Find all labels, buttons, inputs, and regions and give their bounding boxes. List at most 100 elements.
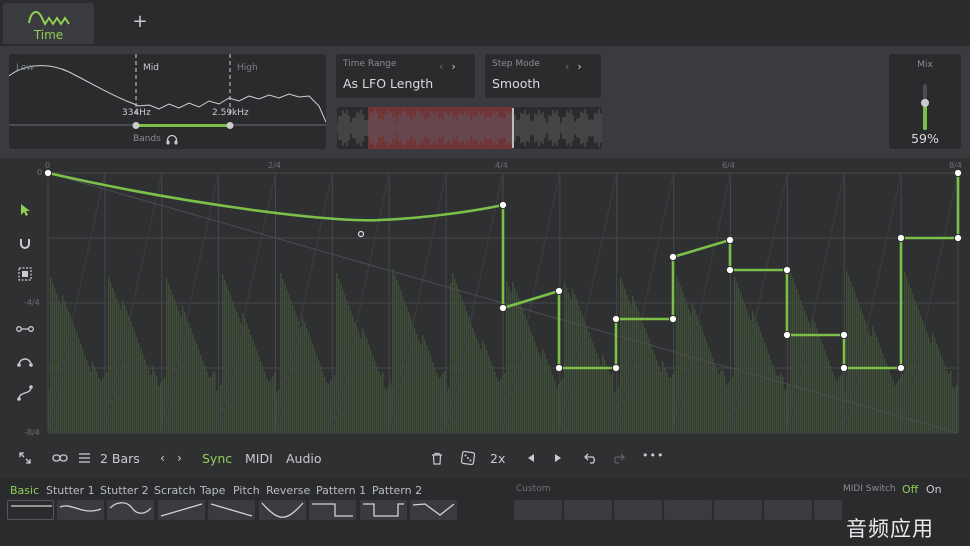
step-mode-arrows[interactable]: ‹›: [565, 60, 590, 73]
curve-node[interactable]: [611, 363, 621, 373]
band-mid-label: Mid: [143, 63, 159, 73]
play-right-icon[interactable]: [553, 453, 563, 463]
preset-thumb-reverse[interactable]: [309, 500, 356, 520]
lfo-editor: 0 2/4 4/4 6/4 8/4 0 -4/4 -8/4: [0, 158, 970, 478]
bands-title: Bands: [133, 134, 161, 144]
time-logo-icon: [28, 11, 70, 26]
curve-node[interactable]: [611, 314, 621, 324]
custom-slot[interactable]: [514, 500, 562, 520]
curve-node[interactable]: [668, 252, 678, 262]
preset-thumb-pitch[interactable]: [259, 500, 306, 520]
redo-icon[interactable]: [611, 452, 625, 464]
curve-node[interactable]: [953, 168, 963, 178]
curve-node[interactable]: [896, 233, 906, 243]
tab-bar: Time +: [0, 0, 970, 46]
preset-label-pattern-1[interactable]: Pattern 1: [316, 484, 366, 497]
preset-thumb-scratch[interactable]: [158, 500, 205, 520]
custom-slot[interactable]: [814, 500, 842, 520]
midi-switch-off[interactable]: Off: [902, 483, 918, 496]
audio-waveform-preview[interactable]: [337, 107, 602, 149]
tab-time[interactable]: Time: [3, 3, 94, 44]
preset-thumb-stutter-2[interactable]: [107, 500, 154, 520]
custom-slot[interactable]: [714, 500, 762, 520]
grid-top-label: 8/4: [949, 161, 962, 170]
grid-top-label: 6/4: [722, 161, 735, 170]
preset-thumb-pattern-1[interactable]: [360, 500, 407, 520]
preset-label-reverse[interactable]: Reverse: [266, 484, 310, 497]
curve-node[interactable]: [498, 200, 508, 210]
preset-label-pattern-2[interactable]: Pattern 2: [372, 484, 422, 497]
magnet-icon[interactable]: [18, 236, 32, 250]
add-tab-button[interactable]: +: [128, 10, 152, 34]
waveform-display: [337, 107, 602, 149]
curve-node[interactable]: [498, 303, 508, 313]
curve-node[interactable]: [554, 286, 564, 296]
custom-slot[interactable]: [764, 500, 812, 520]
preset-label-tape[interactable]: Tape: [200, 484, 225, 497]
grid-left-label: -4/4: [24, 298, 40, 307]
custom-slot[interactable]: [664, 500, 712, 520]
expand-icon[interactable]: [19, 452, 31, 464]
mix-value: 59%: [911, 131, 939, 146]
undo-icon[interactable]: [584, 452, 598, 464]
select-box-icon[interactable]: [18, 267, 32, 281]
midi-switch-on[interactable]: On: [926, 483, 942, 496]
midi-switch-title: MIDI Switch: [843, 484, 896, 494]
audio-button[interactable]: Audio: [286, 451, 322, 466]
curve-node[interactable]: [725, 265, 735, 275]
curve-node[interactable]: [953, 233, 963, 243]
curve-node[interactable]: [725, 235, 735, 245]
curve-node[interactable]: [782, 330, 792, 340]
preset-label-scratch[interactable]: Scratch: [154, 484, 196, 497]
mix-control[interactable]: Mix 59%: [889, 54, 961, 149]
time-range-arrows[interactable]: ‹›: [439, 60, 464, 73]
curve-node[interactable]: [896, 363, 906, 373]
preset-thumb-basic[interactable]: [7, 500, 54, 520]
curve-node[interactable]: [782, 265, 792, 275]
preset-label-stutter-1[interactable]: Stutter 1: [46, 484, 95, 497]
curve-node[interactable]: [554, 363, 564, 373]
arrow-pointer-icon[interactable]: [18, 203, 32, 217]
grid-left-label: 0: [37, 168, 43, 177]
custom-slot[interactable]: [614, 500, 662, 520]
band-low-label: Low: [16, 63, 34, 73]
preset-label-stutter-2[interactable]: Stutter 2: [100, 484, 149, 497]
list-icon[interactable]: [78, 452, 91, 464]
step-mode-title: Step Mode: [492, 59, 540, 69]
trash-icon[interactable]: [431, 452, 443, 465]
play-left-icon[interactable]: [526, 453, 536, 463]
mix-title: Mix: [917, 60, 933, 70]
time-range-dropdown[interactable]: Time Range As LFO Length ‹›: [336, 54, 475, 98]
time-range-title: Time Range: [343, 59, 397, 69]
grid-top-label: 2/4: [268, 161, 281, 170]
preset-strip: Basic Stutter 1 Stutter 2 Scratch Tape P…: [0, 478, 970, 546]
step-mode-dropdown[interactable]: Step Mode Smooth ‹›: [485, 54, 601, 98]
bands-analyzer[interactable]: Low Mid High 334Hz 2.59kHz Bands: [9, 54, 326, 149]
rate-button[interactable]: 2x: [490, 451, 505, 466]
length-selector[interactable]: 2 Bars: [100, 451, 140, 466]
mix-slider[interactable]: [889, 80, 961, 130]
custom-slot[interactable]: [564, 500, 612, 520]
curve-node[interactable]: [839, 330, 849, 340]
preset-label-basic[interactable]: Basic: [10, 484, 39, 497]
step-mode-value: Smooth: [492, 76, 541, 91]
more-options-button[interactable]: •••: [642, 449, 664, 462]
preset-thumb-pattern-2[interactable]: [410, 500, 457, 520]
curve-arc-icon[interactable]: [16, 355, 34, 367]
curve-s-icon[interactable]: [17, 385, 33, 401]
preset-thumb-tape[interactable]: [208, 500, 255, 520]
curve-node[interactable]: [668, 314, 678, 324]
sync-button[interactable]: Sync: [202, 451, 232, 466]
headphones-icon[interactable]: [166, 134, 178, 145]
link-icon[interactable]: [52, 453, 68, 463]
node-link-icon[interactable]: [16, 324, 34, 334]
dice-icon[interactable]: [461, 451, 475, 465]
preset-label-pitch[interactable]: Pitch: [233, 484, 260, 497]
preset-thumb-stutter-1[interactable]: [57, 500, 104, 520]
length-next-button[interactable]: ›: [177, 450, 182, 465]
curve-node[interactable]: [43, 168, 53, 178]
lfo-curve-editor[interactable]: [0, 158, 970, 478]
midi-button[interactable]: MIDI: [245, 451, 273, 466]
length-prev-button[interactable]: ‹: [160, 450, 165, 465]
curve-node[interactable]: [839, 363, 849, 373]
